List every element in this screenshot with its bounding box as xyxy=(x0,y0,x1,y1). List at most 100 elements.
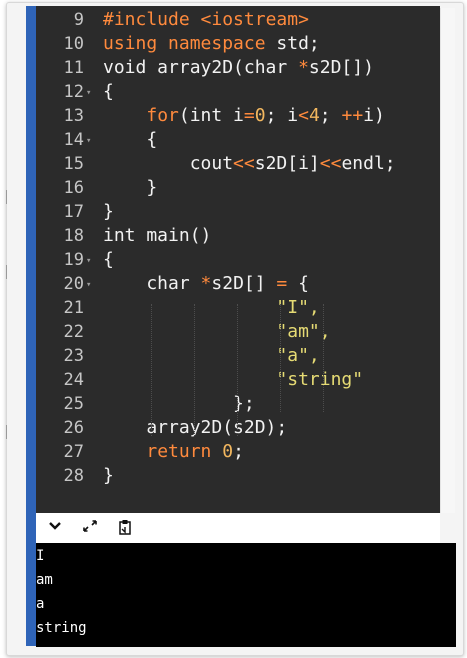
code-line[interactable]: "I", xyxy=(103,296,320,320)
code-token: "a", xyxy=(103,345,320,366)
line-number: 12 xyxy=(63,82,84,102)
chevron-down-icon[interactable] xyxy=(48,519,62,537)
code-token: }; xyxy=(103,393,255,414)
code-line[interactable]: cout<<s2D[i]<<endl; xyxy=(103,152,396,176)
line-number: 15 xyxy=(63,154,84,174)
code-editor[interactable]: #include <iostream> using namespace std; v… xyxy=(36,6,440,513)
code-line[interactable]: { xyxy=(103,128,157,152)
edge-marker xyxy=(0,190,7,204)
code-token: ; i xyxy=(265,105,299,126)
code-line[interactable]: }; xyxy=(103,392,255,416)
console-line: string xyxy=(36,620,87,636)
code-line[interactable]: using namespace std; xyxy=(103,32,320,56)
code-token: } xyxy=(103,201,114,222)
fold-arrow-icon[interactable]: ▾ xyxy=(86,249,91,273)
code-line[interactable]: int main() xyxy=(103,224,211,248)
line-number: 21 xyxy=(63,298,84,318)
code-token: < xyxy=(298,105,309,126)
code-token: { xyxy=(287,273,309,294)
code-token: #include xyxy=(103,9,201,30)
code-token: { xyxy=(103,81,114,102)
code-token: s2D[] xyxy=(211,273,277,294)
code-token: array2D(s2D); xyxy=(103,417,288,438)
code-line[interactable]: } xyxy=(103,176,157,200)
code-line[interactable]: #include <iostream> xyxy=(103,8,309,32)
line-number: 23 xyxy=(63,346,84,366)
code-token: * xyxy=(298,57,309,78)
line-number: 19 xyxy=(63,250,84,270)
code-line[interactable]: char *s2D[] = { xyxy=(103,272,309,296)
indent-guide xyxy=(237,304,238,436)
line-number: 11 xyxy=(63,58,84,78)
code-token: } xyxy=(103,465,114,486)
code-token: { xyxy=(103,129,158,150)
console-line: a xyxy=(36,596,45,612)
code-line[interactable]: } xyxy=(103,464,114,488)
code-line[interactable]: for(int i=0; i<4; ++i) xyxy=(103,104,385,128)
editor-scrollbar[interactable] xyxy=(440,8,455,513)
fold-arrow-icon[interactable]: ▾ xyxy=(86,81,91,105)
code-token: (int i xyxy=(178,105,244,126)
line-number: 14 xyxy=(63,130,84,150)
line-number: 20 xyxy=(63,274,84,294)
line-number: 9 xyxy=(73,10,84,30)
code-line[interactable]: { xyxy=(103,248,114,272)
output-toolbar xyxy=(36,513,440,544)
indent-guide xyxy=(323,304,324,412)
code-token: "I", xyxy=(103,297,320,318)
code-token: = xyxy=(243,105,255,126)
code-token: } xyxy=(103,177,158,198)
code-token: std; xyxy=(276,33,320,54)
indent-guide xyxy=(280,304,281,412)
code-line[interactable]: void array2D(char *s2D[]) xyxy=(103,56,374,80)
code-token: <iostream> xyxy=(200,9,309,30)
code-token: 0 xyxy=(254,105,266,126)
console-line: am xyxy=(36,572,53,588)
code-line[interactable]: "string" xyxy=(103,368,363,392)
line-number: 28 xyxy=(63,466,84,486)
line-number: 27 xyxy=(63,442,84,462)
code-token: cout xyxy=(103,153,234,174)
code-token: return xyxy=(146,441,223,462)
console-line: I xyxy=(36,548,45,564)
code-token: 0 xyxy=(222,441,234,462)
code-token: i) xyxy=(363,105,385,126)
code-token: char xyxy=(103,273,201,294)
code-token: void array2D(char xyxy=(103,57,299,78)
code-token: { xyxy=(103,249,114,270)
code-token: ; xyxy=(319,105,342,126)
fold-arrow-icon[interactable]: ▾ xyxy=(86,129,91,153)
code-token: = xyxy=(276,273,288,294)
edge-marker xyxy=(0,265,7,279)
code-token: s2D[i] xyxy=(254,153,320,174)
edge-marker xyxy=(0,425,7,439)
code-line[interactable]: { xyxy=(103,80,114,104)
line-number: 26 xyxy=(63,418,84,438)
output-console[interactable]: Iam a string xyxy=(36,543,456,647)
code-line[interactable]: return 0; xyxy=(103,440,244,464)
code-token: "string" xyxy=(103,369,364,390)
code-token: s2D[]) xyxy=(308,57,374,78)
line-number: 16 xyxy=(63,178,84,198)
clipboard-icon[interactable] xyxy=(118,519,132,539)
code-line[interactable]: "a", xyxy=(103,344,320,368)
line-number: 10 xyxy=(63,34,84,54)
code-token: 4 xyxy=(308,105,320,126)
indent-guide xyxy=(151,304,152,436)
code-line[interactable]: array2D(s2D); xyxy=(103,416,287,440)
line-number: 25 xyxy=(63,394,84,414)
code-token: using namespace xyxy=(103,33,277,54)
line-number: 24 xyxy=(63,370,84,390)
window-accent-edge xyxy=(26,6,36,646)
code-token: << xyxy=(233,153,255,174)
code-token: << xyxy=(319,153,342,174)
code-token: for xyxy=(146,105,179,126)
code-line[interactable]: "am", xyxy=(103,320,330,344)
expand-arrows-icon[interactable] xyxy=(82,519,98,537)
code-line[interactable]: } xyxy=(103,200,114,224)
fold-arrow-icon[interactable]: ▾ xyxy=(86,273,91,297)
line-number: 17 xyxy=(63,202,84,222)
code-token: endl; xyxy=(341,153,396,174)
